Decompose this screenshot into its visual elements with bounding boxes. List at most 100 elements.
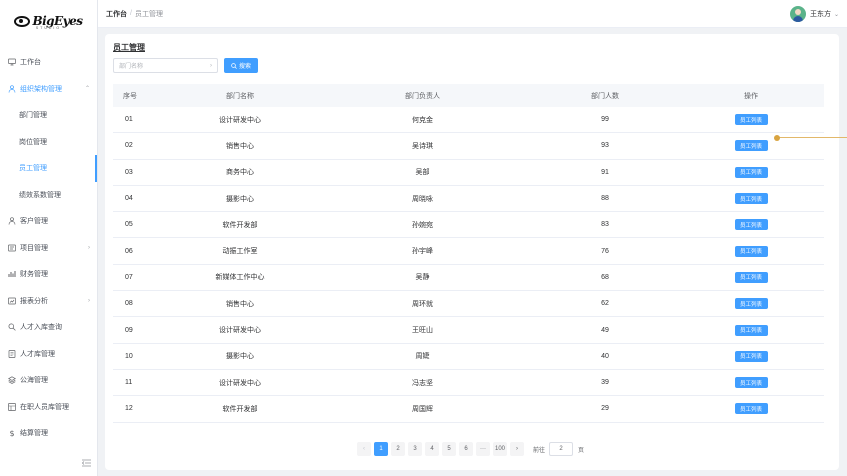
page-button[interactable]: 6	[459, 442, 473, 456]
row-manager: 冯志坚	[412, 379, 433, 387]
table-row: 09 设计研发中心 王旺山 49 员工列表	[113, 317, 824, 344]
breadcrumb-home[interactable]: 工作台	[106, 9, 127, 19]
pagination: ‹ 1 2 3 4 5 6 ··· 100 › 前往 2 页	[357, 442, 584, 456]
svg-text:$: $	[10, 429, 15, 437]
row-manager: 周国辉	[412, 405, 433, 413]
row-index: 11	[125, 379, 133, 387]
row-index: 04	[125, 195, 133, 203]
row-dept-name: 摄影中心	[226, 195, 254, 203]
talent-icon	[8, 349, 16, 358]
row-dept-name: 动振工作室	[222, 248, 258, 256]
employee-list-button[interactable]: 员工列表	[734, 140, 768, 152]
table-row: 03 商务中心 吴部 91 员工列表	[113, 160, 824, 186]
employee-list-button[interactable]: 员工列表	[734, 219, 768, 231]
row-dept-name: 新媒体工作中心	[215, 274, 265, 282]
employee-list-button[interactable]: 员工列表	[734, 245, 768, 257]
column-header-headcount: 部门人数	[591, 92, 619, 100]
department-select-placeholder: 部门名称	[119, 64, 144, 70]
employee-list-button[interactable]: 员工列表	[734, 350, 768, 362]
topbar: 工作台 / 员工管理 王东方 ⌄	[98, 0, 847, 28]
sidebar-item-11[interactable]: 人才库管理	[0, 341, 97, 368]
row-actions: 员工列表	[678, 140, 824, 152]
row-headcount: 91	[601, 168, 609, 176]
sidebar-item-4[interactable]: 员工管理	[0, 155, 97, 182]
table-row: 10 摄影中心 周婕 40 员工列表	[113, 344, 824, 370]
next-page-button[interactable]: ›	[510, 442, 525, 456]
row-headcount: 49	[601, 326, 609, 334]
page-button[interactable]: 5	[442, 442, 456, 456]
page-button[interactable]: 4	[425, 442, 439, 456]
sidebar-item-label: 岗位管理	[19, 138, 47, 146]
sidebar-item-12[interactable]: 公海管理	[0, 367, 97, 394]
user-menu[interactable]: 王东方 ⌄	[789, 6, 839, 22]
sidebar-item-6[interactable]: 客户管理	[0, 208, 97, 235]
sidebar-item-label: 绩效系数管理	[19, 191, 61, 199]
row-index: 09	[125, 326, 133, 334]
row-index: 01	[125, 116, 133, 124]
row-dept-name: 设计研发中心	[219, 379, 261, 387]
row-manager: 周环就	[412, 300, 433, 308]
sidebar-item-0[interactable]: 工作台	[0, 49, 97, 76]
row-index: 03	[125, 168, 133, 176]
row-actions: 员工列表	[678, 193, 824, 205]
row-manager: 王旺山	[412, 327, 433, 335]
sidebar-item-2[interactable]: 部门管理	[0, 102, 97, 129]
sidebar-item-7[interactable]: 项目管理 ›	[0, 235, 97, 262]
page-button[interactable]: 2	[391, 442, 405, 456]
search-button[interactable]: 搜索	[224, 58, 258, 73]
avatar[interactable]	[789, 6, 806, 22]
row-headcount: 93	[601, 142, 609, 150]
sidebar-item-label: 部门管理	[19, 112, 47, 120]
employee-list-button[interactable]: 员工列表	[734, 298, 768, 310]
page-ellipsis[interactable]: ···	[476, 442, 490, 456]
eye-logo-icon	[14, 15, 31, 27]
logo: BigEyes STUDIO	[0, 0, 97, 44]
prev-page-button[interactable]: ‹	[357, 442, 371, 456]
table-row: 04 摄影中心 周晓咏 88 员工列表	[113, 186, 824, 213]
goto-unit: 页	[578, 447, 585, 454]
table-row: 05 软件开发部 孙婉宛 83 员工列表	[113, 212, 824, 239]
username[interactable]: 王东方	[810, 9, 831, 19]
page-button[interactable]: 100	[493, 442, 508, 456]
sidebar-item-label: 公海管理	[20, 377, 48, 385]
row-headcount: 62	[601, 300, 609, 308]
row-headcount: 39	[601, 379, 609, 387]
row-manager: 吴静	[415, 274, 430, 282]
page-button[interactable]: 3	[408, 442, 422, 456]
sidebar-item-5[interactable]: 绩效系数管理	[0, 182, 97, 209]
row-index: 12	[125, 405, 133, 413]
sidebar-item-14[interactable]: $ 结算管理	[0, 420, 97, 447]
row-dept-name: 软件开发部	[222, 405, 258, 413]
sidebar-item-label: 财务管理	[20, 271, 48, 279]
employee-list-button[interactable]: 员工列表	[734, 271, 768, 283]
employee-list-button[interactable]: 员工列表	[734, 377, 768, 389]
employee-list-button[interactable]: 员工列表	[734, 403, 768, 415]
chevron-up-icon: ⌃	[84, 86, 90, 93]
table-row: 07 新媒体工作中心 吴静 68 员工列表	[113, 265, 824, 292]
sidebar-item-10[interactable]: 人才入库查询	[0, 314, 97, 341]
table-row: 06 动振工作室 孙宇峰 76 员工列表	[113, 238, 824, 265]
sidebar-item-9[interactable]: 报表分析 ›	[0, 288, 97, 315]
employee-list-button[interactable]: 员工列表	[734, 114, 768, 126]
row-actions: 员工列表	[678, 324, 824, 336]
page-button[interactable]: 1	[374, 442, 388, 456]
employee-list-button[interactable]: 员工列表	[734, 324, 768, 336]
sidebar-item-8[interactable]: 财务管理	[0, 261, 97, 288]
sidebar-item-1[interactable]: 组织架构管理 ⌃	[0, 76, 97, 103]
goto-page-input[interactable]: 2	[549, 442, 574, 456]
department-select[interactable]: 部门名称 ›	[113, 58, 218, 73]
employee-list-button[interactable]: 员工列表	[734, 193, 768, 205]
chevron-down-icon[interactable]: ⌄	[834, 11, 839, 18]
annotation-pointer-dot	[774, 134, 780, 141]
row-manager: 孙宇峰	[412, 248, 433, 256]
row-actions: 员工列表	[678, 245, 824, 257]
collapse-sidebar-icon[interactable]	[82, 459, 91, 467]
sidebar-item-3[interactable]: 岗位管理	[0, 129, 97, 156]
employee-list-button[interactable]: 员工列表	[734, 166, 768, 178]
finance-icon	[8, 271, 16, 278]
goto-label: 前往	[533, 447, 546, 454]
breadcrumb-separator: /	[130, 10, 132, 17]
search-icon	[231, 62, 237, 69]
row-headcount: 40	[601, 352, 609, 360]
sidebar-item-13[interactable]: 在职人员库管理	[0, 394, 97, 421]
